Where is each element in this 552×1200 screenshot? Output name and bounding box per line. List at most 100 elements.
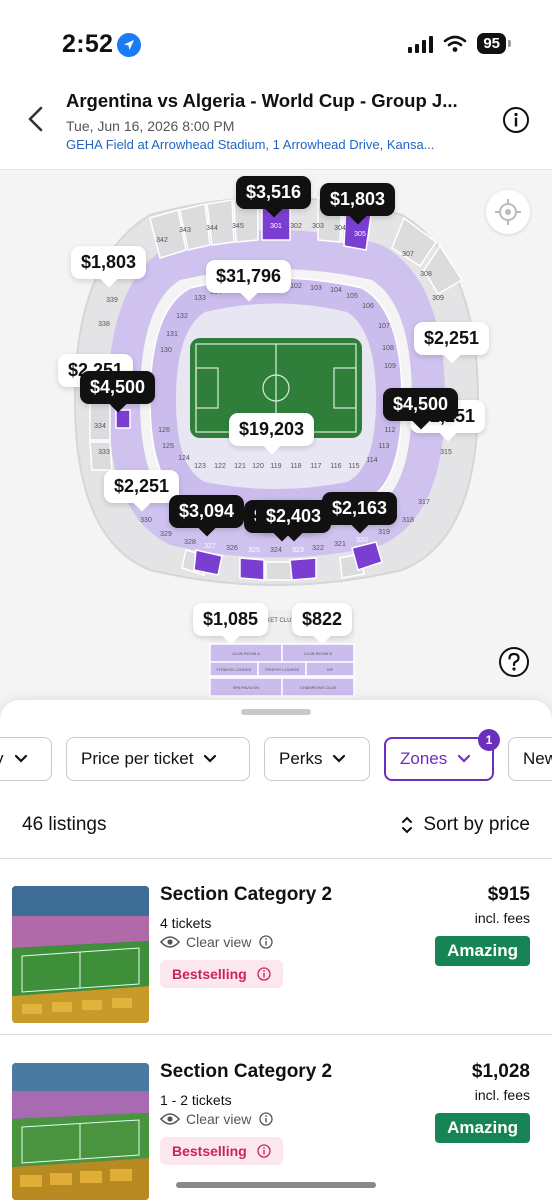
price-tag[interactable]: $1,085 <box>193 603 269 636</box>
home-indicator[interactable] <box>176 1182 376 1188</box>
listing-price: $915 <box>487 884 530 905</box>
deal-rating-badge: Amazing <box>435 936 530 966</box>
listing-title: Section Category 2 <box>160 1061 333 1082</box>
listings-sheet: y Price per ticket Perks Zones 1 New 46 … <box>0 700 552 1200</box>
svg-text:308: 308 <box>420 271 432 278</box>
svg-text:104: 104 <box>330 287 342 294</box>
price-tag[interactable]: $19,203 <box>229 413 315 446</box>
svg-text:329: 329 <box>160 531 172 538</box>
seat-view-thumbnail <box>12 886 149 1023</box>
price-tag[interactable]: $822 <box>292 603 353 636</box>
svg-text:302: 302 <box>290 223 302 230</box>
svg-text:325: 325 <box>248 547 260 554</box>
eye-icon <box>160 1113 180 1125</box>
filter-chip-label: Zones <box>400 749 448 768</box>
recenter-button[interactable] <box>486 190 530 234</box>
filter-chip-zones[interactable]: Zones 1 <box>384 729 500 781</box>
svg-text:327: 327 <box>204 543 216 550</box>
price-tag[interactable]: $2,403 <box>256 500 332 533</box>
info-icon[interactable] <box>257 967 271 981</box>
status-bar: 2:52 95 <box>0 0 552 82</box>
wifi-icon <box>444 35 467 52</box>
info-icon[interactable] <box>259 935 274 949</box>
seat-view-thumbnail <box>12 1063 149 1200</box>
svg-text:124: 124 <box>178 455 190 462</box>
listing-card[interactable]: Section Category 2 4 tickets Clear view … <box>0 858 552 1028</box>
venue-link[interactable]: GEHA Field at Arrowhead Stadium, 1 Arrow… <box>66 137 435 152</box>
svg-text:123: 123 <box>194 463 206 470</box>
info-icon[interactable] <box>257 1144 271 1158</box>
listing-fees-note: incl. fees <box>474 910 530 926</box>
price-tag[interactable]: $2,251 <box>104 470 180 503</box>
price-tag[interactable]: $31,796 <box>206 260 292 293</box>
event-title: Argentina vs Algeria - World Cup - Group… <box>66 90 458 111</box>
info-icon[interactable] <box>259 1112 274 1126</box>
svg-text:112: 112 <box>384 427 395 434</box>
svg-text:319: 319 <box>378 529 390 536</box>
event-datetime: Tue, Jun 16, 2026 8:00 PM <box>66 118 235 134</box>
svg-text:102: 102 <box>290 283 302 290</box>
svg-text:118: 118 <box>290 463 301 470</box>
active-filter-count-badge: 1 <box>478 729 500 751</box>
chevron-down-icon <box>14 754 27 763</box>
svg-text:303: 303 <box>312 223 324 230</box>
sort-updown-icon <box>402 816 413 834</box>
svg-text:CLUB ROOM B: CLUB ROOM B <box>304 651 332 656</box>
filter-chip-label: New <box>523 749 552 768</box>
svg-text:323: 323 <box>292 547 304 554</box>
seat-map[interactable]: 342 343 344 345 301 302 303 304 305 307 308 309 3… <box>0 170 552 710</box>
svg-text:VIP: VIP <box>327 667 334 672</box>
svg-text:105: 105 <box>346 293 358 300</box>
chevron-down-icon <box>333 754 346 763</box>
svg-text:126: 126 <box>158 427 170 434</box>
price-tag[interactable]: $1,803 <box>320 183 396 216</box>
svg-text:343: 343 <box>179 227 191 234</box>
filter-chip-price[interactable]: Price per ticket <box>66 737 250 781</box>
filter-chip-label: y <box>0 749 4 769</box>
svg-text:131: 131 <box>166 331 178 338</box>
price-tag[interactable]: $1,803 <box>71 246 147 279</box>
listings-count: 46 listings <box>22 814 107 835</box>
view-label: Clear view <box>186 934 252 950</box>
crosshair-icon <box>495 199 521 225</box>
svg-text:117: 117 <box>310 463 321 470</box>
battery-indicator: 95 <box>477 33 511 54</box>
filter-chip-label: Price per ticket <box>81 749 194 768</box>
svg-text:109: 109 <box>384 363 396 370</box>
svg-text:121: 121 <box>234 463 246 470</box>
sort-label: Sort by price <box>423 814 530 835</box>
bestselling-badge: Bestselling <box>160 1137 283 1165</box>
svg-text:119: 119 <box>270 463 281 470</box>
listing-quantity: 1 - 2 tickets <box>160 1092 232 1108</box>
svg-text:317: 317 <box>418 499 430 506</box>
filter-chip-perks[interactable]: Perks <box>264 737 370 781</box>
price-tag[interactable]: $2,251 <box>414 322 490 355</box>
filter-chip-quantity[interactable]: y <box>0 737 52 781</box>
sheet-drag-handle[interactable] <box>241 709 311 715</box>
svg-text:CHAMPIONS CLUB: CHAMPIONS CLUB <box>300 685 336 690</box>
price-tag[interactable]: $2,163 <box>322 492 398 525</box>
filter-chip-new[interactable]: New <box>508 737 552 781</box>
view-label: Clear view <box>186 1111 252 1127</box>
svg-text:330: 330 <box>140 517 152 524</box>
help-icon[interactable] <box>498 646 530 678</box>
svg-text:324: 324 <box>270 547 282 554</box>
svg-text:130: 130 <box>160 347 172 354</box>
svg-text:120: 120 <box>252 463 264 470</box>
svg-text:TROPHY LOUNGE: TROPHY LOUNGE <box>265 667 300 672</box>
bestselling-label: Bestselling <box>172 1143 247 1159</box>
svg-text:122: 122 <box>214 463 226 470</box>
price-tag[interactable]: $3,094 <box>169 495 245 528</box>
info-icon[interactable] <box>502 106 530 134</box>
price-tag[interactable]: $4,500 <box>383 388 459 421</box>
back-chevron-icon[interactable] <box>22 104 52 134</box>
svg-text:113: 113 <box>378 443 389 450</box>
chevron-down-icon <box>204 754 217 763</box>
price-tag[interactable]: $3,516 <box>236 176 312 209</box>
svg-text:321: 321 <box>334 541 346 548</box>
price-tag[interactable]: $4,500 <box>80 371 156 404</box>
svg-text:107: 107 <box>378 323 390 330</box>
sort-button[interactable]: Sort by price <box>401 814 530 836</box>
svg-text:304: 304 <box>334 225 346 232</box>
listing-card[interactable]: Section Category 2 1 - 2 tickets Clear v… <box>0 1035 552 1200</box>
